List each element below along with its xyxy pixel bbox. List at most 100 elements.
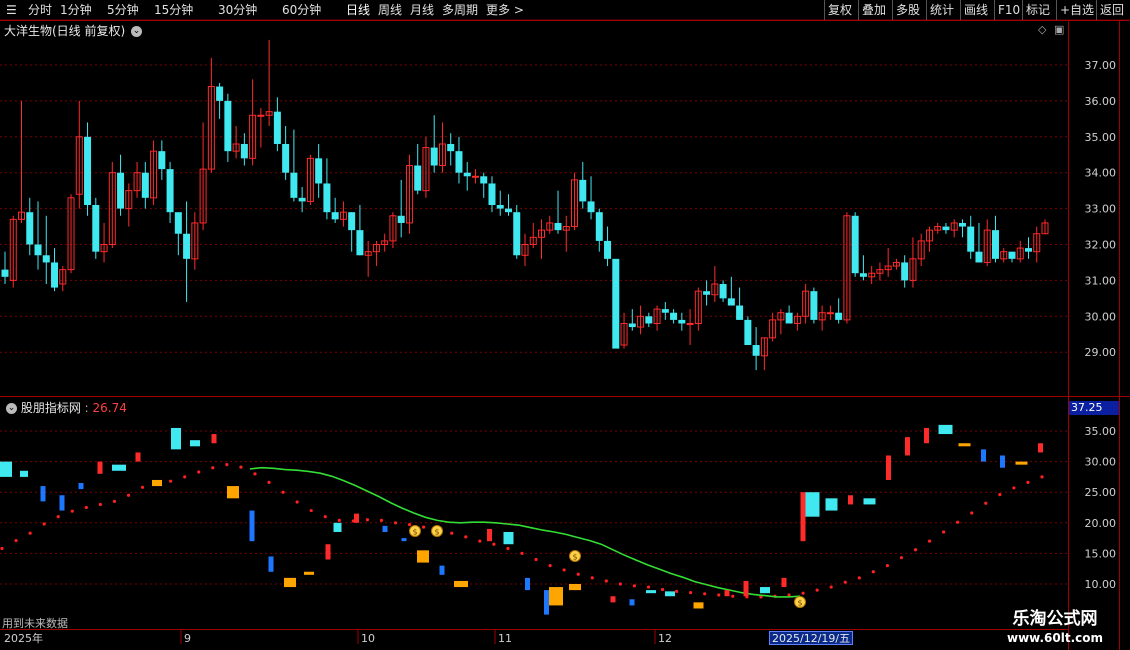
candle <box>108 161 116 249</box>
candle-body <box>496 205 504 209</box>
candle <box>356 205 364 256</box>
indicator-block <box>825 498 838 511</box>
candle-body <box>224 100 232 152</box>
toolbar-button-7[interactable]: +自选 <box>1056 0 1096 20</box>
candle <box>604 226 612 267</box>
dot-point <box>829 585 833 589</box>
chevron-down-icon[interactable]: ⌄ <box>6 403 17 414</box>
toolbar-button-5[interactable]: F10 <box>994 0 1022 20</box>
candle <box>579 161 587 209</box>
period-tab-4[interactable]: 30分钟 <box>218 2 257 18</box>
period-tab-6[interactable]: 日线 <box>346 2 370 18</box>
toolbar-button-1[interactable]: 叠加 <box>858 0 892 20</box>
dot-point <box>956 520 960 524</box>
period-tab-8[interactable]: 月线 <box>410 2 434 18</box>
candle <box>645 312 653 328</box>
period-tab-5[interactable]: 60分钟 <box>282 2 321 18</box>
candle <box>991 215 999 263</box>
dot-point <box>140 485 145 489</box>
toolbar-button-6[interactable]: 标记 <box>1022 0 1056 20</box>
candle <box>100 222 108 263</box>
candle <box>1008 251 1016 263</box>
candle <box>744 316 752 346</box>
dot-point <box>253 472 257 476</box>
candle <box>983 219 991 267</box>
price-tick-label: 33.00 <box>1085 203 1117 216</box>
period-tab-9[interactable]: 多周期 <box>442 2 478 18</box>
dot-point <box>337 518 341 522</box>
indicator-value: 26.74 <box>92 401 127 415</box>
candle <box>339 201 347 227</box>
period-tab-1[interactable]: 1分钟 <box>60 2 92 18</box>
watermark-url: www.60lt.com <box>1006 631 1104 645</box>
period-tab-10[interactable]: 更多 > <box>486 2 524 18</box>
indicator-block <box>333 522 342 532</box>
indicator-block <box>938 424 953 435</box>
indicator-block <box>958 443 971 447</box>
candle <box>529 222 537 249</box>
indicator-block <box>152 479 162 487</box>
toolbar-button-3[interactable]: 统计 <box>926 0 960 20</box>
candle-body <box>727 298 735 306</box>
candle-body <box>92 205 100 252</box>
candle <box>364 240 372 277</box>
period-tab-2[interactable]: 5分钟 <box>107 2 139 18</box>
candle <box>917 233 925 267</box>
stock-title: 大洋生物(日线 前复权) <box>4 24 126 38</box>
candle <box>686 309 694 346</box>
price-tick-label: 32.00 <box>1085 239 1117 252</box>
indicator-block <box>610 596 616 603</box>
candle-body <box>901 262 909 281</box>
candle-body <box>282 143 290 173</box>
menu-icon[interactable]: ☰ <box>6 2 17 18</box>
period-tab-3[interactable]: 15分钟 <box>154 2 193 18</box>
period-tab-7[interactable]: 周线 <box>378 2 402 18</box>
candle <box>133 161 141 198</box>
candle <box>372 240 380 267</box>
indicator-block <box>401 538 407 542</box>
candle <box>810 287 818 324</box>
candle-body <box>991 230 999 259</box>
candle <box>769 312 777 342</box>
candle <box>92 197 100 259</box>
indicator-block <box>569 584 581 591</box>
indicator-block <box>227 486 239 499</box>
dot-point <box>618 582 622 586</box>
indicator-block <box>382 525 388 532</box>
toolbar-button-8[interactable]: 返回 <box>1096 0 1130 20</box>
toolbar-button-4[interactable]: 画线 <box>960 0 994 20</box>
candle <box>925 226 933 252</box>
candle <box>736 287 744 320</box>
indicator-right-value-box: 37.25 <box>1069 401 1119 415</box>
candle-body <box>752 345 760 356</box>
candle <box>9 215 17 288</box>
candle <box>141 161 149 209</box>
candle <box>711 266 719 302</box>
dot-point <box>183 475 187 479</box>
indicator-tick-label: 30.00 <box>1085 456 1117 469</box>
toolbar-button-0[interactable]: 复权 <box>824 0 858 20</box>
toolbar-button-2[interactable]: 多股 <box>892 0 926 20</box>
candle <box>315 143 323 198</box>
dot-point <box>393 521 398 525</box>
dot-point <box>857 576 861 580</box>
window-icon[interactable]: ▣ <box>1054 23 1064 36</box>
dot-point <box>548 564 552 568</box>
candle <box>901 255 909 288</box>
candle-body <box>810 291 818 320</box>
candle <box>59 266 67 292</box>
candle-body <box>851 215 859 274</box>
period-tab-0[interactable]: 分时 <box>28 2 52 18</box>
candle-body <box>331 212 339 220</box>
indicator-block <box>249 510 255 542</box>
dot-point <box>843 580 847 584</box>
candle <box>117 154 125 216</box>
candle-body <box>942 226 950 231</box>
candle <box>389 212 397 249</box>
candle <box>381 233 389 252</box>
ma-line <box>249 466 801 598</box>
candle <box>273 97 281 152</box>
diamond-icon[interactable]: ◇ <box>1038 23 1046 36</box>
candle-body <box>414 165 422 191</box>
chevron-down-icon[interactable]: ⌄ <box>131 26 143 37</box>
